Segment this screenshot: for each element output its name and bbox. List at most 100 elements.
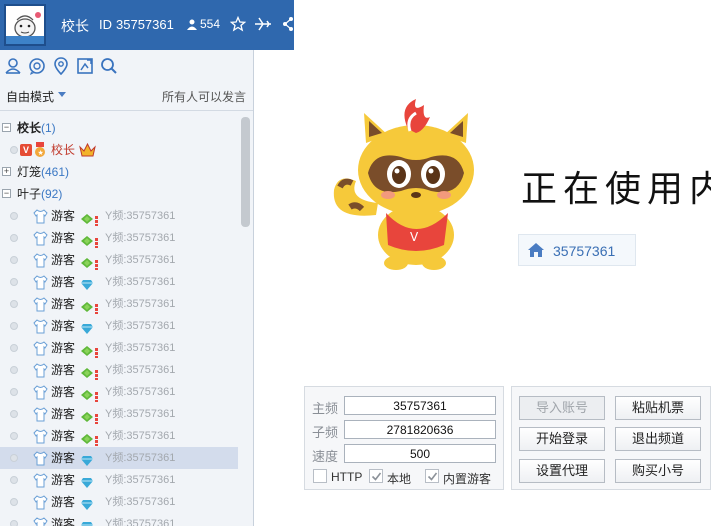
home-icon [527,242,545,261]
start-login-button[interactable]: 开始登录 [519,427,605,451]
guest-name: 游客 [51,209,76,223]
group-name: 校长(1) [17,117,56,139]
builtin-guest-checkbox[interactable] [425,469,439,483]
vip-badge-icon: V [20,144,32,156]
guest-y-id: Y频:35757361 [105,276,176,288]
guest-user-row[interactable]: 游客 Y频:35757361 [0,381,238,403]
guest-user-row[interactable]: 游客 Y频:35757361 [0,205,238,227]
guest-user-row[interactable]: 游客 Y频:35757361 [0,491,238,513]
buy-account-button[interactable]: 购买小号 [615,459,701,483]
shirt-icon [33,275,48,290]
tree-group-row[interactable]: − 叶子(92) [0,183,238,205]
shirt-icon-svg [33,473,48,488]
guest-y-id: Y频:35757361 [105,254,176,266]
leaf-badge-svg [81,390,93,400]
channel-tree: − 校长(1) V ★ 校长 + 灯笼(461) − 叶子(92) 游客 Y频:35757361 游客… [0,117,238,526]
leaf-badge-icon [80,342,94,356]
speed-input[interactable] [344,444,496,463]
leaf-badge-svg [81,258,93,268]
expand-icon[interactable]: + [2,167,11,176]
status-dot [10,432,18,440]
exit-channel-button[interactable]: 退出频道 [615,427,701,451]
stage-area: V 正在使用内 35757361 [296,0,711,380]
level-bar-icon [95,409,98,424]
user-icon[interactable] [3,56,23,76]
paste-ticket-button[interactable]: 粘贴机票 [615,396,701,420]
airplane-icon[interactable] [254,16,272,35]
guest-name: 游客 [51,407,76,421]
toolbar [0,52,253,80]
guest-user-row[interactable]: 游客 Y频:35757361 [0,447,238,469]
mode-dropdown[interactable]: 自由模式 [6,88,54,105]
main-channel-input[interactable] [344,396,496,415]
import-account-button[interactable]: 导入账号 [519,396,605,420]
guest-user-row[interactable]: 游客 Y频:35757361 [0,469,238,491]
status-dot [10,410,18,418]
guest-name: 游客 [51,385,76,399]
location-pin-icon[interactable] [51,56,71,76]
level-bar-icon [95,255,98,270]
guest-y-id: Y频:35757361 [105,364,176,376]
status-dot [10,498,18,506]
sub-channel-input[interactable] [344,420,496,439]
level-bar-icon [95,343,98,358]
guest-user-row[interactable]: 游客 Y频:35757361 [0,249,238,271]
guest-name: 游客 [51,363,76,377]
star-icon[interactable] [229,15,247,35]
scrollbar[interactable] [241,117,250,526]
group-name-text: 校长 [17,121,42,135]
guest-y-id: Y频:35757361 [105,408,176,420]
level-bar-svg [95,392,98,402]
svg-text:★: ★ [38,149,44,157]
diamond-badge-svg [81,324,93,334]
guest-user-row[interactable]: 游客 Y频:35757361 [0,315,238,337]
share-icon[interactable] [282,16,294,35]
tree-group-row[interactable]: + 灯笼(461) [0,161,238,183]
level-bar-svg [95,348,98,358]
chat-bubble-icon[interactable] [27,56,47,76]
screen-share-icon[interactable] [75,56,95,76]
shirt-icon [33,209,48,224]
speed-label: 速度 [312,449,339,464]
guest-user-row[interactable]: 游客 Y频:35757361 [0,337,238,359]
level-bar-svg [95,436,98,446]
collapse-icon[interactable]: − [2,189,11,198]
guest-user-row[interactable]: 游客 Y频:35757361 [0,359,238,381]
shirt-icon [33,495,48,510]
guest-user-row[interactable]: 游客 Y频:35757361 [0,403,238,425]
chevron-down-icon[interactable] [58,92,66,97]
http-checkbox[interactable] [313,469,327,483]
level-bar-icon [95,233,98,248]
guest-user-row[interactable]: 游客 Y频:35757361 [0,293,238,315]
guest-name: 游客 [51,297,76,311]
host-name: 校长 [51,143,76,157]
guest-user-row[interactable]: 游客 Y频:35757361 [0,425,238,447]
guest-user-row[interactable]: 游客 Y频:35757361 [0,271,238,293]
set-proxy-button[interactable]: 设置代理 [519,459,605,483]
shirt-icon [33,407,48,422]
room-avatar[interactable] [4,4,46,46]
svg-text:V: V [410,230,419,244]
leaf-badge-icon [80,408,94,422]
tree-group-row[interactable]: − 校长(1) [0,117,238,139]
leaf-badge-svg [81,346,93,356]
online-user-icon [186,18,198,33]
guest-user-row[interactable]: 游客 Y频:35757361 [0,513,238,526]
guest-user-row[interactable]: 游客 Y频:35757361 [0,227,238,249]
collapse-icon[interactable]: − [2,123,11,132]
guest-y-id: Y频:35757361 [105,474,176,486]
shirt-icon [33,429,48,444]
room-id: 35757361 [116,17,174,32]
diamond-badge-icon [80,320,94,334]
scrollbar-thumb[interactable] [241,117,250,227]
local-checkbox[interactable] [369,469,383,483]
room-id-label: ID [99,17,112,32]
guest-name: 游客 [51,231,76,245]
status-dot [10,212,18,220]
shirt-icon-svg [33,319,48,334]
search-icon[interactable] [99,56,119,76]
login-settings-panel: 主频 子频 速度 HTTP 本地 内置游客 [304,386,504,490]
level-bar-icon [95,299,98,314]
host-user-row[interactable]: V ★ 校长 [0,139,238,161]
status-dot [10,388,18,396]
